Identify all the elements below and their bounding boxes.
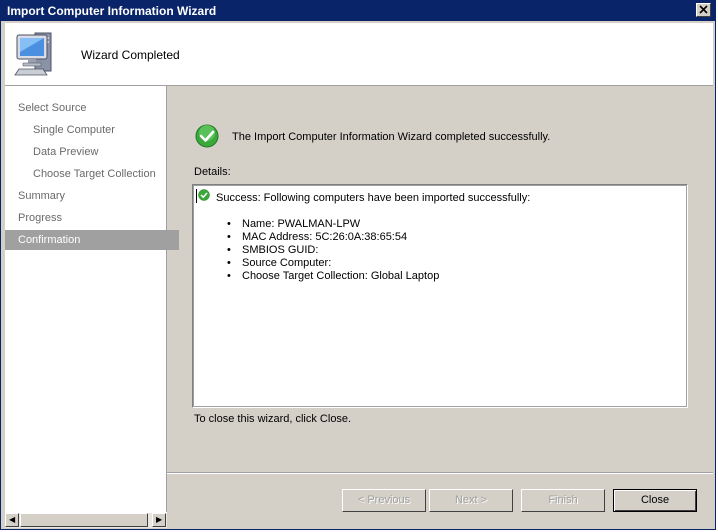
- nav-item-confirmation[interactable]: Confirmation: [5, 230, 179, 250]
- details-heading: Success: Following computers have been i…: [216, 192, 531, 204]
- close-hint: To close this wizard, click Close.: [194, 413, 352, 425]
- title-bar[interactable]: Import Computer Information Wizard: [1, 1, 715, 21]
- list-item-name: Name: PWALMAN-LPW: [225, 218, 439, 231]
- computer-icon: [14, 32, 52, 76]
- nav-item-progress[interactable]: Progress: [5, 208, 179, 228]
- finish-button[interactable]: Finish: [521, 489, 605, 512]
- button-separator: [167, 472, 713, 474]
- arrow-right-icon: ▶: [156, 515, 163, 524]
- arrow-left-icon: ◀: [9, 515, 16, 524]
- success-message: The Import Computer Information Wizard c…: [232, 131, 551, 143]
- previous-button[interactable]: < Previous: [342, 489, 426, 512]
- list-item-smbios-guid: SMBIOS GUID:: [225, 244, 439, 257]
- nav-item-select-source[interactable]: Select Source: [5, 98, 179, 118]
- nav-horizontal-scrollbar[interactable]: ◀ ▶: [5, 512, 167, 528]
- close-window-button[interactable]: [696, 3, 711, 17]
- list-item-source-computer: Source Computer:: [225, 257, 439, 270]
- close-button[interactable]: Close: [613, 489, 697, 512]
- page-title: Wizard Completed: [81, 48, 180, 62]
- close-icon: [699, 5, 708, 14]
- details-list: Name: PWALMAN-LPW MAC Address: 5C:26:0A:…: [225, 218, 439, 283]
- scroll-right-button[interactable]: ▶: [152, 513, 166, 527]
- next-button[interactable]: Next >: [429, 489, 513, 512]
- scroll-left-button[interactable]: ◀: [5, 513, 19, 527]
- wizard-content: The Import Computer Information Wizard c…: [167, 86, 713, 473]
- window-title: Import Computer Information Wizard: [7, 4, 217, 18]
- wizard-step-nav: Select Source Single Computer Data Previ…: [5, 86, 179, 512]
- success-small-check-icon: [198, 189, 210, 201]
- list-item-mac-address: MAC Address: 5C:26:0A:38:65:54: [225, 231, 439, 244]
- details-text-box[interactable]: Success: Following computers have been i…: [192, 184, 688, 408]
- success-check-icon: [195, 124, 219, 148]
- text-caret: [196, 189, 197, 203]
- nav-item-choose-target-collection[interactable]: Choose Target Collection: [5, 164, 194, 184]
- nav-item-data-preview[interactable]: Data Preview: [5, 142, 194, 162]
- nav-item-summary[interactable]: Summary: [5, 186, 179, 206]
- wizard-header: Wizard Completed: [5, 23, 713, 86]
- list-item-target-collection: Choose Target Collection: Global Laptop: [225, 270, 439, 283]
- details-label: Details:: [194, 166, 231, 178]
- wizard-window: Import Computer Information Wizard Wizar…: [0, 0, 716, 530]
- nav-item-single-computer[interactable]: Single Computer: [5, 120, 194, 140]
- scroll-thumb[interactable]: [20, 513, 148, 527]
